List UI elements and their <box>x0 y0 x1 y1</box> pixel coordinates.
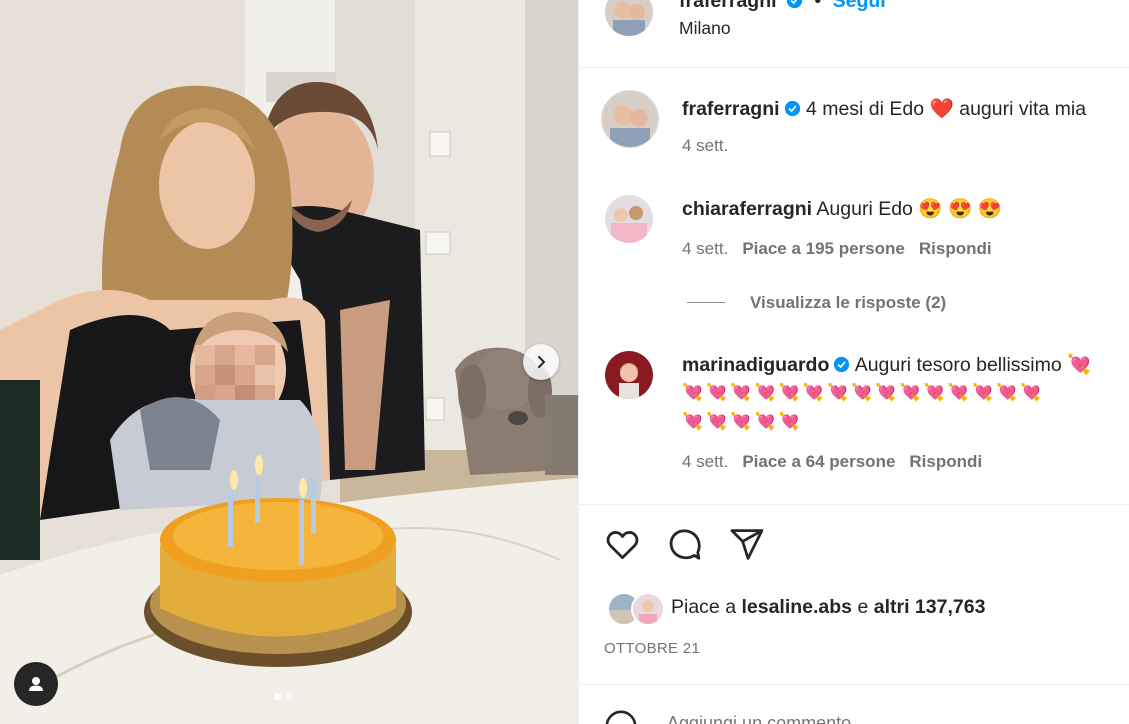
avatar-image <box>605 195 653 243</box>
header-avatar[interactable] <box>605 0 653 36</box>
view-replies-button[interactable]: Visualizza le risposte (2) <box>750 293 946 313</box>
reply-button[interactable]: Rispondi <box>909 452 982 471</box>
comment-time[interactable]: 4 sett. <box>682 239 728 258</box>
add-comment-input[interactable] <box>665 712 1049 724</box>
caption-text-before: 4 mesi di Edo <box>805 98 925 120</box>
comment-emoji: 😍 😍 😍 <box>918 198 1002 220</box>
comment-line: marinadiguardo Auguri tesoro bellissimo … <box>682 350 1091 380</box>
comment-emoji-row: 💘💘💘💘💘 <box>682 412 803 431</box>
comment-emoji-row: 💘💘💘💘💘💘💘💘💘💘💘💘💘💘💘 <box>682 383 1045 402</box>
caption-time[interactable]: 4 sett. <box>682 136 728 156</box>
comment-username[interactable]: marinadiguardo <box>682 354 829 376</box>
verified-icon <box>834 356 850 373</box>
follow-button[interactable]: Segui <box>833 0 886 12</box>
share-icon[interactable] <box>728 526 765 563</box>
emoji-icon[interactable] <box>604 709 638 724</box>
header-separator: • <box>814 0 822 12</box>
post-details-panel: fraferragni • Segui Milano fraferragni 4… <box>578 0 1129 724</box>
heart-icon[interactable] <box>604 526 641 563</box>
avatar-image <box>633 594 663 624</box>
comment-avatar[interactable] <box>605 195 653 243</box>
actions-divider <box>579 504 1129 505</box>
avatar-image <box>605 351 653 399</box>
red-heart-emoji: ❤️ <box>929 98 954 120</box>
comment-line: chiaraferragni Auguri Edo 😍 😍 😍 <box>682 194 1002 224</box>
likes-conj: e <box>857 596 869 618</box>
comment-likes[interactable]: Piace a 64 persone <box>742 452 895 471</box>
comment-avatar[interactable] <box>605 351 653 399</box>
likes-summary[interactable]: Piace a lesaline.abs e altri 137,763 <box>671 596 985 619</box>
chevron-right-icon <box>538 356 545 368</box>
caption-line: fraferragni 4 mesi di Edo ❤️ auguri vita… <box>682 94 1086 124</box>
header-username[interactable]: fraferragni <box>679 0 777 12</box>
tagged-users-button[interactable] <box>14 662 58 706</box>
reply-button[interactable]: Rispondi <box>919 239 992 258</box>
comment-meta: 4 sett. Piace a 195 persone Rispondi <box>682 239 992 259</box>
comment-time[interactable]: 4 sett. <box>682 452 728 471</box>
carousel-dot <box>286 693 293 700</box>
comment-text: Auguri Edo <box>816 198 913 220</box>
composer-divider <box>579 684 1129 685</box>
likes-prefix: Piace a <box>671 596 737 618</box>
replies-line <box>687 302 725 303</box>
likes-user[interactable]: lesaline.abs <box>741 596 852 618</box>
post-date[interactable]: OTTOBRE 21 <box>604 640 700 657</box>
next-photo-button[interactable] <box>523 344 559 380</box>
comment-icon[interactable] <box>666 526 703 563</box>
likes-avatar[interactable] <box>631 592 665 626</box>
caption-avatar[interactable] <box>601 90 659 148</box>
avatar-image <box>605 0 653 36</box>
verified-icon <box>784 100 800 117</box>
header-divider <box>579 67 1129 68</box>
post-photo[interactable] <box>0 0 578 724</box>
header-user-line: fraferragni • Segui <box>679 0 886 13</box>
comment-meta: 4 sett. Piace a 64 persone Rispondi <box>682 452 982 472</box>
comment-username[interactable]: chiaraferragni <box>682 198 812 220</box>
carousel-indicator <box>274 693 293 700</box>
likes-others[interactable]: altri 137,763 <box>874 596 986 618</box>
comment-text: Auguri tesoro bellissimo <box>854 354 1062 376</box>
carousel-dot-active <box>274 693 281 700</box>
photo-illustration <box>0 0 578 724</box>
caption-text-after: auguri vita mia <box>959 98 1087 120</box>
avatar-image <box>602 91 658 147</box>
heart-arrow-emoji: 💘 <box>1067 354 1092 376</box>
caption-username[interactable]: fraferragni <box>682 98 780 120</box>
comment-likes[interactable]: Piace a 195 persone <box>742 239 905 258</box>
verified-icon <box>786 0 803 9</box>
user-tag-icon <box>29 677 43 691</box>
header-location[interactable]: Milano <box>679 18 731 39</box>
